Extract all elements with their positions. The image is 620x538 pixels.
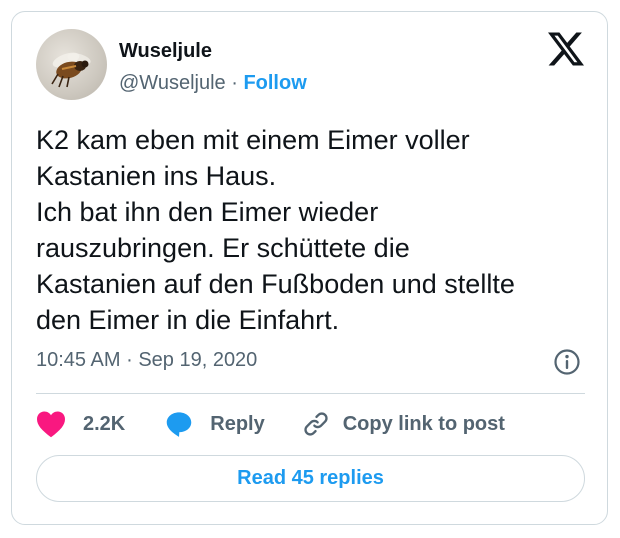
bee-icon (51, 52, 91, 88)
reply-bubble-icon (167, 412, 192, 437)
author-handle-row: @Wuseljule · Follow (119, 72, 307, 95)
like-count: 2.2K (83, 412, 126, 435)
tweet-time: 10:45 AM (36, 349, 121, 371)
like-button[interactable]: 2.2K (36, 410, 125, 438)
copy-link-label: Copy link to post (342, 412, 505, 435)
divider (36, 393, 585, 394)
info-icon[interactable] (553, 348, 581, 376)
author-handle[interactable]: @Wuseljule (119, 72, 226, 94)
read-replies-button[interactable]: Read 45 replies (36, 455, 585, 502)
handle-separator: · (231, 72, 238, 94)
follow-button[interactable]: Follow (243, 72, 306, 94)
tweet-text: K2 kam eben mit einem Eimer voller Kasta… (36, 125, 515, 335)
reply-label: Reply (210, 412, 265, 435)
avatar[interactable] (36, 29, 107, 100)
tweet-date: Sep 19, 2020 (138, 349, 258, 371)
heart-icon (37, 411, 65, 438)
author-name[interactable]: Wuseljule (119, 40, 212, 63)
tweet-card: Wuseljule @Wuseljule · Follow K2 kam ebe… (11, 11, 608, 525)
x-logo-icon[interactable] (548, 32, 584, 66)
meta-separator: · (126, 349, 133, 371)
reply-button[interactable]: Reply (165, 410, 265, 438)
action-bar: 2.2K Reply Copy link to post (36, 408, 505, 440)
copy-link-button[interactable]: Copy link to post (302, 410, 505, 438)
tweet-timestamp[interactable]: 10:45 AM · Sep 19, 2020 (36, 349, 257, 372)
link-icon (304, 412, 328, 436)
